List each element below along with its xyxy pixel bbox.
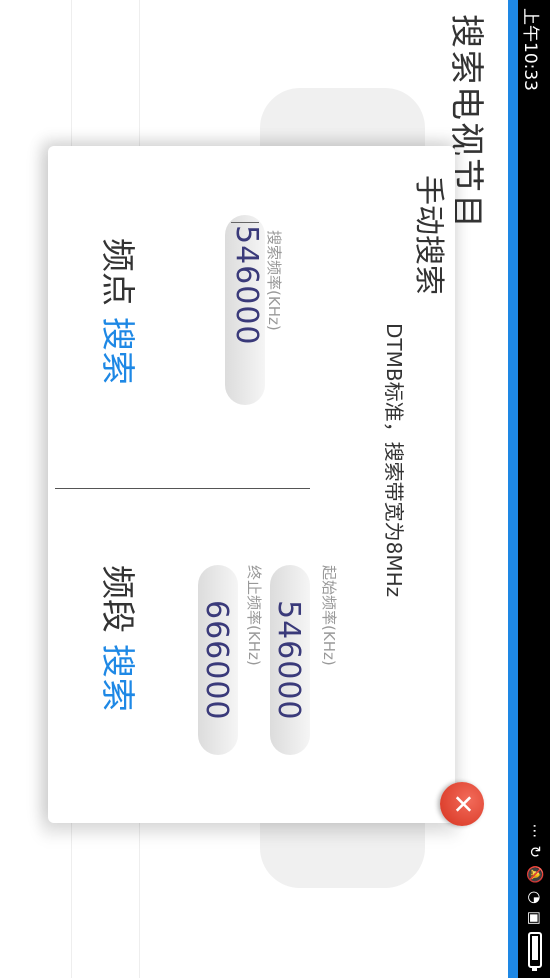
dialog-title: 手动搜索 — [411, 175, 446, 295]
search-frequency-label: 搜索频率(KHz) — [265, 230, 283, 331]
status-bar: 上午10:33 ⋯ ↻ 🔕 ◔ ▣ — [518, 0, 550, 978]
end-frequency-value[interactable]: 666000 — [199, 600, 234, 721]
start-frequency-label: 起始频率(KHz) — [320, 565, 338, 666]
dialog-subtitle: DTMB标准，搜索带宽为8MHz — [382, 323, 406, 598]
start-frequency-value[interactable]: 546000 — [271, 600, 306, 721]
sync-icon: ↻ — [526, 845, 544, 859]
point-search-action: 频点 搜索 — [96, 238, 145, 385]
wifi-icon: ◔ — [526, 890, 544, 904]
search-frequency-value[interactable]: 546000 — [229, 225, 264, 346]
band-search-label: 频段 — [97, 565, 137, 633]
end-frequency-label: 终止频率(KHz) — [245, 565, 263, 666]
band-search-action: 频段 搜索 — [96, 565, 145, 712]
status-icons: ⋯ ↻ 🔕 ◔ ▣ — [526, 823, 544, 968]
point-search-label: 频点 — [97, 238, 137, 306]
status-time: 上午10:33 — [520, 8, 540, 91]
band-search-button[interactable]: 搜索 — [97, 644, 137, 712]
point-search-button[interactable]: 搜索 — [97, 317, 137, 385]
mute-icon: 🔕 — [526, 865, 544, 884]
battery-icon — [528, 932, 542, 968]
close-icon[interactable]: ✕ — [440, 782, 484, 826]
sim-icon: ▣ — [526, 910, 544, 925]
text-caret — [231, 222, 259, 223]
screen: 上午10:33 ⋯ ↻ 🔕 ◔ ▣ 搜索电视节目 手动搜索 DTMB标准，搜索带… — [0, 0, 550, 978]
more-icon: ⋯ — [526, 823, 544, 839]
header-strip — [508, 0, 518, 978]
battery-level — [532, 936, 538, 960]
section-divider — [55, 488, 310, 489]
